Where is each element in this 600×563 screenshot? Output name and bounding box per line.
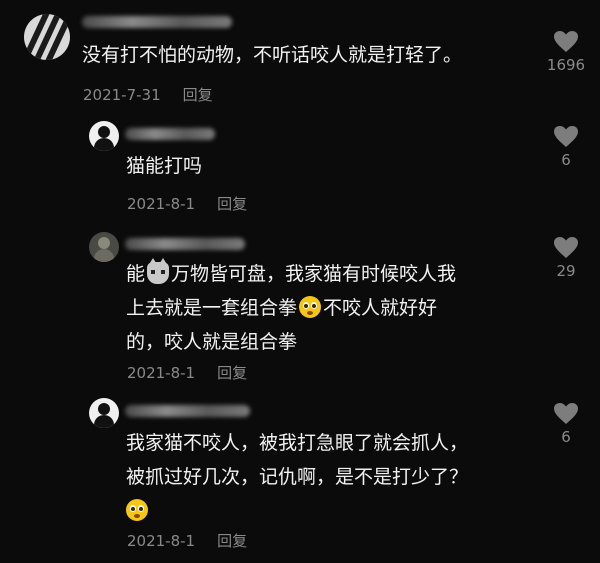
comment-text: 能 万物皆可盘，我家猫有时候咬人我 上去就是一套组合拳 不咬人就好好 的，咬人就是组… [126,257,456,359]
cat-face-emoji [147,258,170,284]
like-count: 1696 [546,56,586,74]
comment-meta: 2021-8-1 回复 [127,193,247,214]
comment-text: 猫能打吗 [126,155,203,177]
text-segment: 不咬人就好好 [323,297,438,319]
like-count: 6 [561,151,571,169]
heart-icon [554,31,578,52]
username-blurred[interactable] [125,128,215,140]
comment-meta: 2021-8-1 回复 [127,362,247,383]
flushed-face-emoji [126,499,148,521]
heart-icon [554,126,578,147]
like-button[interactable]: 1696 [541,30,591,74]
heart-icon [554,403,578,424]
reply-button[interactable]: 回复 [217,532,247,550]
pleading-face-emoji [299,296,322,318]
reply-button[interactable]: 回复 [217,364,247,382]
comment-date: 2021-8-1 [127,195,196,213]
comment-date: 2021-7-31 [83,86,161,104]
text-segment: 万物皆可盘，我家猫有时候咬人我 [171,263,457,285]
text-segment: 上去就是一套组合拳 [126,297,298,319]
comment-text: 没有打不怕的动物，不听话咬人就是打轻了。 [82,44,463,66]
comment-meta: 2021-7-31 回复 [83,84,213,105]
text-segment: 我家猫不咬人，被我打急眼了就会抓人， [126,432,469,454]
username-blurred[interactable] [125,405,250,417]
like-button[interactable]: 6 [541,125,591,169]
comment-date: 2021-8-1 [127,532,196,550]
reply-button[interactable]: 回复 [183,86,213,104]
like-button[interactable]: 6 [541,402,591,446]
avatar[interactable] [24,14,70,60]
avatar[interactable] [89,121,119,151]
reply-button[interactable]: 回复 [217,195,247,213]
text-segment: 的，咬人就是组合拳 [126,331,298,353]
comment-meta: 2021-8-1 回复 [127,530,247,551]
username-blurred[interactable] [125,238,245,250]
username-blurred[interactable] [82,16,232,28]
like-button[interactable]: 29 [541,236,591,280]
text-segment: 被抓过好几次，记仇啊，是不是打少了？ [126,466,469,488]
text-segment: 能 [126,263,146,285]
heart-icon [554,237,578,258]
like-count: 29 [556,262,576,280]
like-count: 6 [561,428,571,446]
comment-text: 我家猫不咬人，被我打急眼了就会抓人， 被抓过好几次，记仇啊，是不是打少了？ [126,426,468,528]
avatar[interactable] [89,232,119,262]
avatar[interactable] [89,398,119,428]
comment-date: 2021-8-1 [127,364,196,382]
